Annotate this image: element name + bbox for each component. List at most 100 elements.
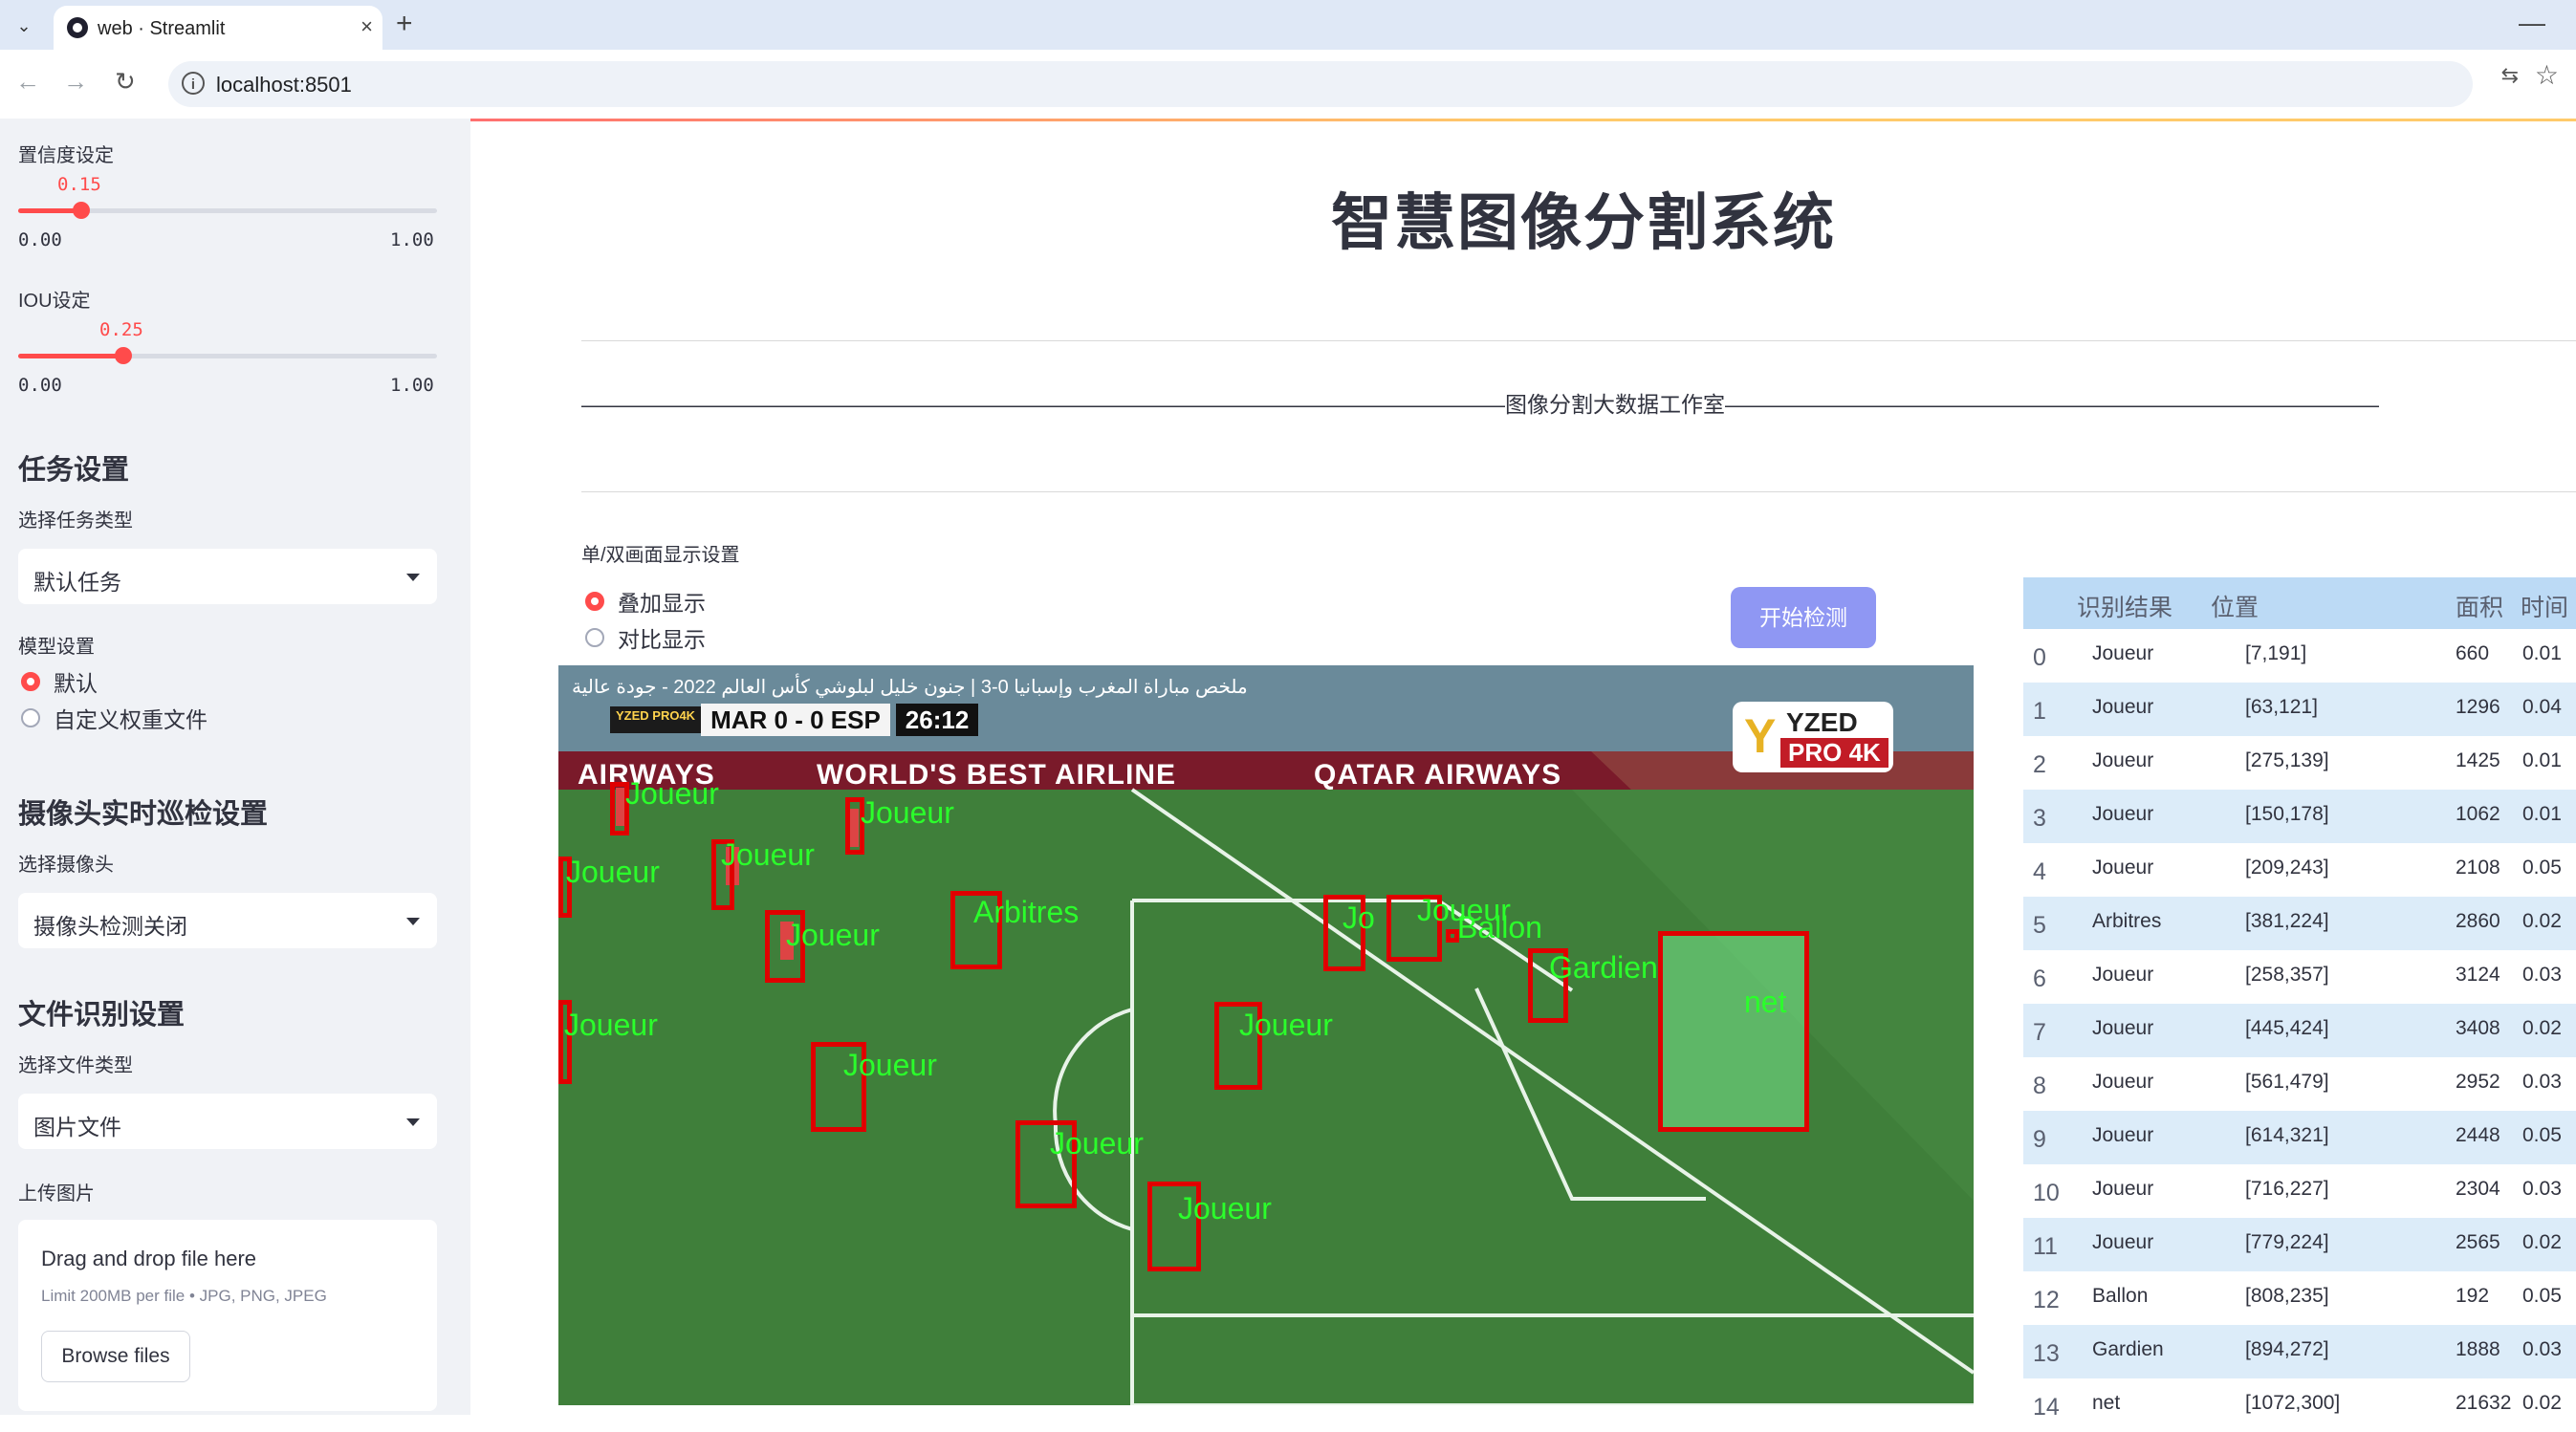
table-header: 识别结果 位置 面积 时间 [2023, 577, 2576, 629]
radio-selected-icon[interactable] [585, 592, 604, 611]
row-index: 6 [2033, 966, 2046, 992]
file-dropzone[interactable]: Drag and drop file here Limit 200MB per … [18, 1220, 437, 1411]
site-info-icon[interactable]: i [182, 72, 205, 95]
table-row[interactable]: 7 Joueur [445,424] 3408 0.02 [2023, 1004, 2576, 1057]
column-header[interactable]: 位置 [2211, 589, 2259, 623]
divider [581, 491, 2576, 492]
table-row[interactable]: 9 Joueur [614,321] 2448 0.05 [2023, 1111, 2576, 1164]
browser-tab[interactable]: web · Streamlit × [54, 6, 382, 50]
confidence-slider[interactable] [18, 202, 437, 219]
start-detection-button[interactable]: 开始检测 [1731, 587, 1876, 648]
detection-video-frame: ملخص مباراة المغرب وإسبانيا 0-3 | جنون خ… [558, 665, 1974, 1405]
address-bar[interactable]: i localhost:8501 [168, 61, 2473, 107]
table-row[interactable]: 12 Ballon [808,235] 192 0.05 [2023, 1271, 2576, 1325]
task-type-value: 默认任务 [33, 570, 121, 595]
table-row[interactable]: 0 Joueur [7,191] 660 0.01 [2023, 629, 2576, 683]
detection-label: Jo [1343, 900, 1375, 935]
row-index: 14 [2033, 1394, 2060, 1421]
scoreboard-clock: 26:12 [895, 704, 979, 736]
result-position: [150,178] [2245, 803, 2329, 825]
chevron-down-icon [406, 1118, 420, 1126]
detection-label: Joueur [1239, 1008, 1333, 1042]
iou-max: 1.00 [390, 375, 434, 396]
result-label: Joueur [2092, 803, 2154, 825]
result-label: Joueur [2092, 964, 2154, 986]
result-time: 0.05 [2522, 857, 2562, 879]
iou-label: IOU设定 [18, 291, 91, 312]
radio-unselected-icon[interactable] [585, 628, 604, 647]
table-row[interactable]: 4 Joueur [209,243] 2108 0.05 [2023, 843, 2576, 897]
camera-label: 选择摄像头 [18, 855, 114, 876]
close-tab-icon[interactable]: × [360, 14, 373, 39]
back-icon[interactable]: ← [15, 67, 40, 97]
model-label: 模型设置 [18, 637, 95, 658]
row-index: 0 [2033, 644, 2046, 671]
detection-label: Arbitres [973, 895, 1080, 929]
result-area: 2565 [2456, 1231, 2500, 1253]
table-row[interactable]: 13 Gardien [894,272] 1888 0.03 [2023, 1325, 2576, 1378]
translate-icon[interactable]: ⇆ [2501, 63, 2519, 88]
row-index: 3 [2033, 805, 2046, 832]
confidence-label: 置信度设定 [18, 145, 114, 166]
camera-select[interactable]: 摄像头检测关闭 [18, 893, 437, 948]
result-time: 0.03 [2522, 1178, 2562, 1200]
upload-label: 上传图片 [18, 1183, 95, 1204]
table-row[interactable]: 10 Joueur [716,227] 2304 0.03 [2023, 1164, 2576, 1218]
new-tab-icon[interactable]: + [396, 8, 413, 40]
result-position: [381,224] [2245, 910, 2329, 932]
table-row[interactable]: 2 Joueur [275,139] 1425 0.01 [2023, 736, 2576, 790]
confidence-slider-thumb[interactable] [72, 202, 90, 219]
result-time: 0.03 [2522, 1338, 2562, 1360]
table-row[interactable]: 1 Joueur [63,121] 1296 0.04 [2023, 683, 2576, 736]
task-type-select[interactable]: 默认任务 [18, 549, 437, 604]
result-time: 0.02 [2522, 1017, 2562, 1039]
file-type-select[interactable]: 图片文件 [18, 1094, 437, 1149]
column-header[interactable]: 面积 [2456, 589, 2503, 623]
detection-label: Joueur [861, 795, 954, 830]
column-header[interactable]: 时间 [2521, 589, 2568, 623]
display-mode-label: 单/双画面显示设置 [581, 545, 740, 566]
browse-files-button[interactable]: Browse files [41, 1331, 190, 1382]
file-section-heading: 文件识别设置 [18, 1000, 186, 1031]
result-area: 3408 [2456, 1017, 2500, 1039]
confidence-value: 0.15 [57, 174, 101, 195]
tab-title: web · Streamlit [98, 18, 226, 39]
reload-icon[interactable]: ↻ [115, 67, 136, 97]
result-label: Joueur [2092, 696, 2154, 718]
radio-selected-icon[interactable] [21, 672, 40, 691]
result-time: 0.03 [2522, 964, 2562, 986]
iou-slider-fill [18, 354, 123, 358]
tab-list-icon[interactable]: ⌄ [10, 11, 38, 40]
result-area: 1296 [2456, 696, 2500, 718]
chevron-down-icon [406, 918, 420, 925]
iou-slider[interactable] [18, 347, 437, 364]
result-area: 1888 [2456, 1338, 2500, 1360]
url-text[interactable]: localhost:8501 [216, 73, 352, 98]
display-option-overlay[interactable]: 叠加显示 [585, 587, 706, 616]
column-header[interactable]: 识别结果 [2077, 589, 2172, 623]
table-row[interactable]: 3 Joueur [150,178] 1062 0.01 [2023, 790, 2576, 843]
table-row[interactable]: 6 Joueur [258,357] 3124 0.03 [2023, 950, 2576, 1004]
iou-slider-thumb[interactable] [114, 347, 132, 364]
model-option-custom[interactable]: 自定义权重文件 [21, 704, 207, 732]
scoreboard: YZED PRO4K MAR 0 - 0 ESP 26:12 [610, 704, 979, 736]
result-time: 0.05 [2522, 1124, 2562, 1146]
table-row[interactable]: 5 Arbitres [381,224] 2860 0.02 [2023, 897, 2576, 950]
display-option-compare[interactable]: 对比显示 [585, 623, 706, 652]
forward-icon[interactable]: → [63, 67, 88, 97]
bookmark-star-icon[interactable]: ☆ [2535, 59, 2559, 91]
model-option-default[interactable]: 默认 [21, 667, 98, 696]
minimize-window-icon[interactable]: — [2519, 8, 2545, 38]
page-title: 智慧图像分割系统 [1331, 188, 1836, 257]
table-row[interactable]: 11 Joueur [779,224] 2565 0.02 [2023, 1218, 2576, 1271]
result-area: 1062 [2456, 803, 2500, 825]
radio-unselected-icon[interactable] [21, 708, 40, 727]
result-time: 0.01 [2522, 642, 2562, 664]
result-area: 192 [2456, 1285, 2490, 1307]
table-row[interactable]: 8 Joueur [561,479] 2952 0.03 [2023, 1057, 2576, 1111]
file-type-label: 选择文件类型 [18, 1055, 133, 1076]
detection-label: Ballon [1457, 910, 1542, 944]
table-row[interactable]: 14 net [1072,300] 21632 0.02 [2023, 1378, 2576, 1432]
model-option-label: 默认 [54, 671, 98, 696]
scoreboard-logo: YZED PRO4K [610, 706, 702, 733]
